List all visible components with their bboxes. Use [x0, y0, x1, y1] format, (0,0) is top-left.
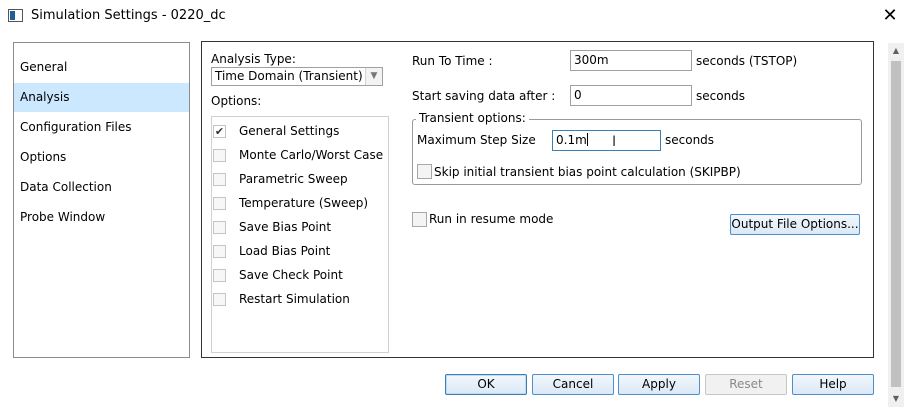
sidebar-item-configuration-files[interactable]: Configuration Files — [14, 113, 189, 142]
dialog-body: General Analysis Configuration Files Opt… — [0, 33, 906, 413]
vertical-scrollbar[interactable]: ▲ ▼ — [888, 43, 904, 407]
options-list: ✔ General Settings Monte Carlo/Worst Cas… — [211, 116, 389, 353]
checkbox[interactable] — [213, 173, 226, 186]
window-title: Simulation Settings - 0220_dc — [31, 8, 226, 23]
option-label: Save Check Point — [239, 268, 343, 282]
checkbox[interactable] — [213, 149, 226, 162]
option-label: Parametric Sweep — [239, 172, 348, 186]
output-file-options-button[interactable]: Output File Options... — [730, 214, 860, 235]
scrollbar-thumb[interactable] — [891, 61, 901, 387]
start-saving-unit: seconds — [696, 89, 746, 103]
checkbox[interactable] — [213, 197, 226, 210]
reset-button[interactable]: Reset — [705, 374, 787, 395]
max-step-size-unit: seconds — [665, 133, 715, 147]
option-label: Temperature (Sweep) — [239, 196, 369, 210]
resume-mode-checkbox[interactable] — [412, 212, 427, 227]
cancel-button[interactable]: Cancel — [532, 374, 614, 395]
start-saving-label: Start saving data after : — [412, 89, 556, 103]
option-label: Monte Carlo/Worst Case — [239, 148, 384, 162]
apply-button[interactable]: Apply — [618, 374, 700, 395]
max-step-size-input[interactable]: 0.1m — [552, 130, 661, 151]
sidebar-item-general[interactable]: General — [14, 53, 189, 82]
checkbox[interactable] — [213, 221, 226, 234]
simulation-settings-window: Simulation Settings - 0220_dc ✕ General … — [0, 0, 906, 413]
close-icon[interactable]: ✕ — [876, 2, 904, 30]
analysis-type-label: Analysis Type: — [211, 52, 296, 66]
start-saving-input[interactable]: 0 — [570, 85, 692, 106]
checkbox[interactable] — [213, 269, 226, 282]
settings-category-list: General Analysis Configuration Files Opt… — [13, 42, 190, 358]
sidebar-item-options[interactable]: Options — [14, 143, 189, 172]
chevron-down-icon: ▼ — [365, 68, 382, 85]
title-bar: Simulation Settings - 0220_dc ✕ — [0, 0, 906, 33]
sidebar-item-analysis[interactable]: Analysis — [14, 83, 189, 112]
option-label: Restart Simulation — [239, 292, 350, 306]
skip-bias-checkbox[interactable] — [417, 164, 432, 179]
check-icon[interactable]: ✔ — [213, 125, 226, 138]
run-to-time-unit: seconds (TSTOP) — [696, 54, 798, 68]
checkbox[interactable] — [213, 293, 226, 306]
option-label: Load Bias Point — [239, 244, 331, 258]
run-to-time-input[interactable]: 300m — [570, 50, 692, 71]
checkbox[interactable] — [213, 245, 226, 258]
options-label: Options: — [211, 94, 262, 108]
analysis-type-value: Time Domain (Transient) — [215, 69, 363, 83]
transient-options-title: Transient options: — [416, 111, 529, 125]
ibeam-cursor-icon: I — [612, 134, 617, 150]
skip-bias-label: Skip initial transient bias point calcul… — [434, 165, 741, 179]
sidebar-item-probe-window[interactable]: Probe Window — [14, 203, 189, 232]
max-step-size-label: Maximum Step Size — [417, 133, 536, 147]
ok-button[interactable]: OK — [445, 374, 527, 395]
app-icon — [8, 9, 23, 22]
sidebar-item-data-collection[interactable]: Data Collection — [14, 173, 189, 202]
max-step-size-value: 0.1m — [556, 133, 587, 147]
analysis-type-dropdown[interactable]: Time Domain (Transient) ▼ — [211, 67, 383, 86]
resume-mode-label: Run in resume mode — [429, 212, 554, 226]
option-label: Save Bias Point — [239, 220, 332, 234]
option-label: General Settings — [239, 124, 340, 138]
scroll-down-icon[interactable]: ▼ — [888, 391, 904, 407]
run-to-time-label: Run To Time : — [412, 54, 493, 68]
scroll-up-icon[interactable]: ▲ — [888, 43, 904, 59]
text-caret — [586, 133, 588, 146]
help-button[interactable]: Help — [792, 374, 874, 395]
